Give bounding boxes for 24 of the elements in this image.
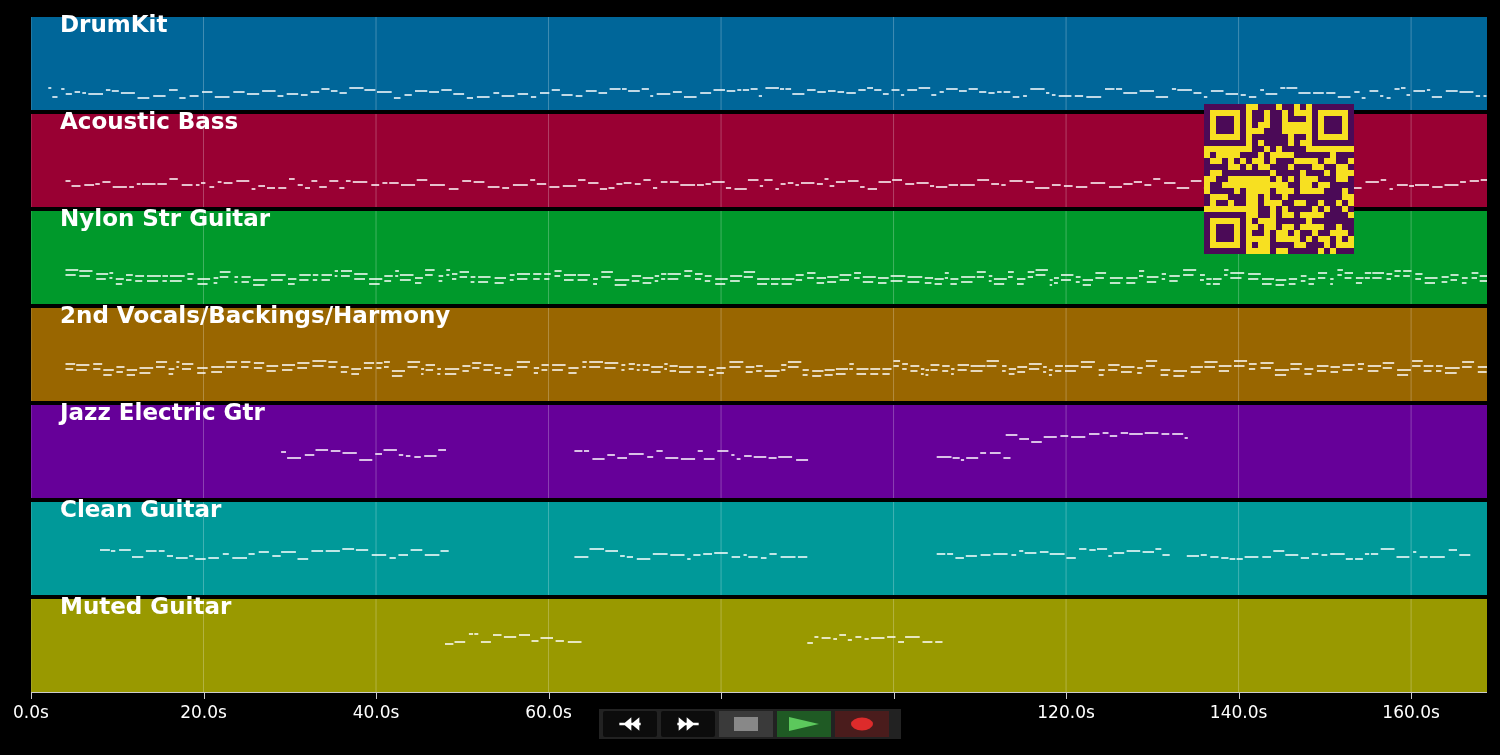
axis-tick-label: 20.0s (180, 702, 227, 722)
track-name: Nylon Str Guitar (60, 204, 271, 232)
track-name: 2nd Vocals/Backings/Harmony (60, 301, 451, 329)
track-name: Acoustic Bass (60, 107, 239, 135)
stop-icon (734, 717, 758, 731)
play-button[interactable] (777, 711, 831, 737)
record-button[interactable] (835, 711, 889, 737)
fast-forward-icon (674, 716, 702, 732)
fast-forward-button[interactable] (661, 711, 715, 737)
track-name: Jazz Electric Gtr (60, 398, 265, 426)
axis-tick-label: 0.0s (13, 702, 49, 722)
axis-tick-label: 160.0s (1382, 702, 1440, 722)
qr-code-icon (1204, 104, 1354, 254)
rewind-icon (616, 716, 644, 732)
record-icon (850, 717, 874, 731)
axis-tick-label: 40.0s (352, 702, 400, 722)
track-name: Muted Guitar (60, 592, 232, 620)
axis-tick-label: 60.0s (525, 702, 572, 722)
track-name: DrumKit (60, 10, 168, 38)
play-icon (789, 717, 819, 731)
axis-tick-label: 120.0s (1037, 702, 1095, 722)
rewind-button[interactable] (603, 711, 657, 737)
axis-tick-label: 140.0s (1209, 702, 1268, 722)
track-name: Clean Guitar (60, 495, 222, 523)
